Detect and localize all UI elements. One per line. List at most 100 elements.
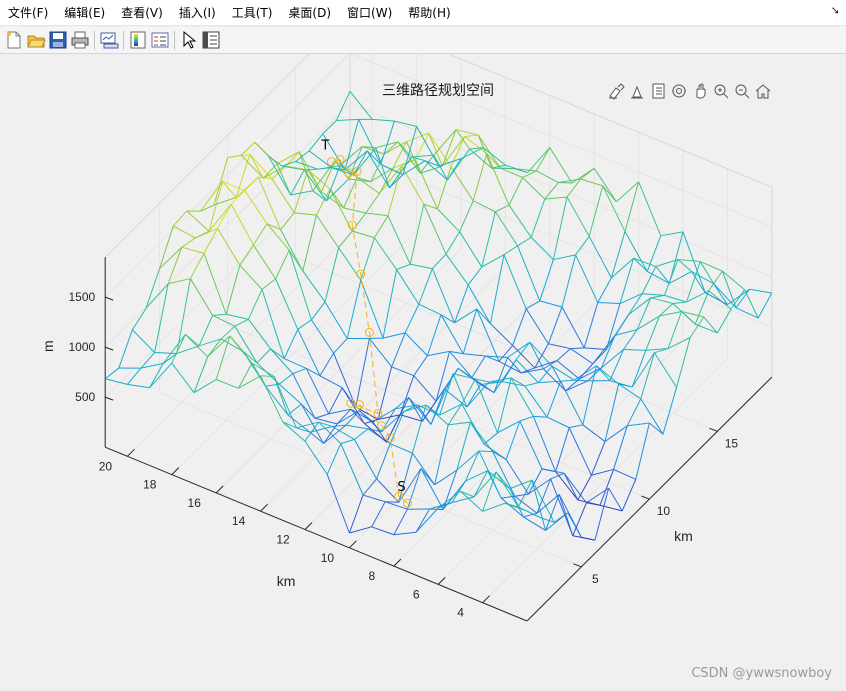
mesh-edge: [437, 208, 460, 233]
open-file-icon[interactable]: [25, 29, 47, 51]
mesh-edge: [599, 469, 615, 506]
mesh-edge: [396, 263, 411, 271]
mesh-edge: [391, 366, 414, 377]
brush-icon[interactable]: [606, 81, 626, 101]
zoom-in-icon[interactable]: [711, 81, 731, 101]
mesh-edge: [613, 468, 637, 480]
pan-icon[interactable]: [690, 81, 710, 101]
mesh-edge: [529, 341, 553, 367]
surface-plot[interactable]: S T 4 6 8 10 12 14 16 18 20 5 10 15 500 1000 1500 km km m 三维…: [0, 54, 846, 691]
mesh-edge: [460, 490, 475, 498]
mesh-edge: [423, 203, 447, 255]
mesh-edge: [240, 141, 256, 156]
menu-item-6[interactable]: 窗口(W): [339, 2, 400, 24]
mesh-edge: [522, 177, 546, 200]
mesh-edge: [597, 302, 621, 305]
mesh-edge: [716, 308, 732, 334]
mesh-edge: [217, 228, 241, 266]
mesh-edge: [349, 91, 373, 120]
mesh-edge: [376, 443, 391, 480]
mesh-edge: [512, 308, 527, 346]
x-tick: [482, 595, 490, 604]
x-tick: [171, 467, 180, 475]
mesh-edge: [275, 278, 299, 330]
mesh-edge: [533, 415, 548, 418]
mesh-edge: [415, 508, 431, 533]
mesh-edge: [535, 170, 559, 183]
z-tick-label: 500: [75, 390, 95, 404]
menu-item-7[interactable]: 帮助(H): [400, 2, 458, 24]
mesh-edge: [433, 129, 457, 156]
mesh-edge: [482, 502, 505, 512]
menu-bar: 文件(F) 编辑(E) 查看(V) 插入(I) 工具(T) 桌面(D) 窗口(W) 帮助(H)…: [0, 0, 846, 26]
mesh-edge: [226, 313, 249, 320]
mesh-edge: [580, 178, 603, 187]
x-tick-label: 14: [232, 514, 246, 528]
mesh-edge: [495, 471, 511, 489]
mesh-edge: [509, 488, 524, 518]
y-tick: [573, 563, 582, 568]
axes-toolbar: [606, 81, 773, 101]
mesh-edge: [610, 231, 626, 279]
mesh-edge: [626, 398, 642, 427]
mesh-edge: [393, 508, 408, 535]
new-figure-icon[interactable]: [3, 29, 25, 51]
mesh-edge: [544, 196, 568, 200]
link-plot-icon[interactable]: [98, 29, 120, 51]
mesh-edge: [508, 204, 532, 238]
mesh-edge: [668, 231, 684, 284]
mesh-edge: [600, 335, 616, 369]
menu-item-0[interactable]: 文件(F): [0, 2, 56, 24]
dock-arrow-icon[interactable]: ➘: [831, 4, 840, 17]
mesh-edge: [572, 535, 596, 541]
mesh-edge: [503, 245, 518, 256]
mesh-edge: [404, 332, 428, 357]
rotate-3d-icon[interactable]: [669, 81, 689, 101]
mesh-edge: [650, 294, 665, 299]
menu-item-2[interactable]: 查看(V): [113, 2, 171, 24]
menu-item-5[interactable]: 桌面(D): [280, 2, 339, 24]
zoom-out-icon[interactable]: [732, 81, 752, 101]
mesh-edge: [181, 237, 196, 248]
mesh-edge: [478, 450, 493, 453]
grid-line: [295, 256, 718, 432]
mesh-edge: [171, 362, 195, 394]
menu-item-3[interactable]: 插入(I): [171, 2, 224, 24]
mesh-edge: [326, 443, 342, 475]
property-inspector-icon[interactable]: [200, 29, 222, 51]
insert-colorbar-icon[interactable]: [127, 29, 149, 51]
y-tick: [709, 427, 718, 432]
insert-legend-icon[interactable]: [149, 29, 171, 51]
mesh-edge: [220, 338, 244, 353]
mesh-edge: [343, 207, 366, 214]
mesh-edge: [420, 468, 444, 510]
mesh-edge: [283, 329, 299, 359]
save-icon[interactable]: [47, 29, 69, 51]
mesh-edge: [588, 236, 612, 279]
grid-line: [349, 152, 772, 328]
mesh-edge: [411, 404, 427, 454]
export-icon[interactable]: [648, 81, 668, 101]
print-icon[interactable]: [69, 29, 91, 51]
menu-item-1[interactable]: 编辑(E): [56, 2, 113, 24]
mesh-edge: [349, 526, 372, 534]
mesh-edge: [149, 362, 173, 389]
data-tips-icon[interactable]: [627, 81, 647, 101]
mesh-edge: [338, 230, 353, 249]
mesh-edge: [198, 338, 222, 347]
edit-plot-icon[interactable]: [178, 29, 200, 51]
mesh-edge: [517, 236, 532, 247]
mesh-edge: [189, 278, 214, 316]
mesh-edge: [132, 329, 155, 353]
mesh-edge: [527, 147, 551, 173]
mesh-edge: [449, 351, 473, 378]
mesh-edge: [481, 254, 505, 268]
mesh-edge: [388, 156, 413, 189]
mesh-edge: [328, 387, 343, 415]
figure-area: S T 4 6 8 10 12 14 16 18 20 5 10 15 500 1000 1500 km km m 三维…: [0, 54, 846, 691]
mesh-edge: [345, 424, 369, 430]
mesh-edge: [290, 190, 313, 196]
home-icon[interactable]: [753, 81, 773, 101]
mesh-edge: [532, 416, 557, 472]
menu-item-4[interactable]: 工具(T): [224, 2, 281, 24]
